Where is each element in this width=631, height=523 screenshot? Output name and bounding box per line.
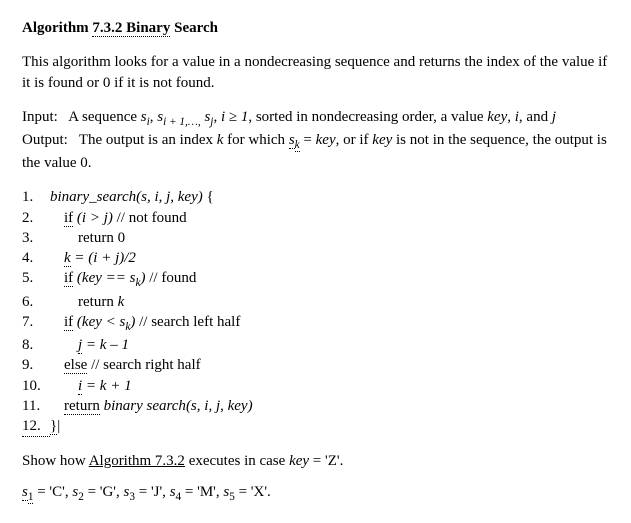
description-paragraph: This algorithm looks for a value in a no…	[22, 52, 609, 93]
code-line-5: 5. if (key == sk) // found	[22, 268, 609, 291]
input-line: Input: A sequence si, si + 1,…, sj, i ≥ …	[22, 107, 609, 130]
code-line-9: 9. else // search right half	[22, 355, 609, 375]
code-line-7: 7. if (key < sk) // search left half	[22, 312, 609, 335]
exercise-line: Show how Algorithm 7.3.2 executes in cas…	[22, 451, 609, 471]
code-line-4: 4. k = (i + j)/2	[22, 248, 609, 268]
text-cursor: |	[57, 418, 60, 434]
code-line-8: 8. j = k – 1	[22, 335, 609, 355]
code-line-1: 1. binary_search(s, i, j, key) {	[22, 187, 609, 207]
code-line-12: 12. }|	[22, 416, 609, 437]
output-label: Output:	[22, 132, 68, 148]
input-label: Input:	[22, 109, 58, 125]
code-line-2: 2. if (i > j) // not found	[22, 208, 609, 228]
sequence-values: s1 = 'C', s2 = 'G', s3 = 'J', s4 = 'M', …	[22, 482, 609, 505]
algorithm-ref: Algorithm 7.3.2	[89, 453, 185, 469]
input-output-block: Input: A sequence si, si + 1,…, sj, i ≥ …	[22, 107, 609, 174]
output-line: Output: The output is an index k for whi…	[22, 130, 609, 173]
title-suffix: Search	[174, 20, 218, 36]
code-line-6: 6. return k	[22, 292, 609, 312]
code-block: 1. binary_search(s, i, j, key) { 2. if (…	[22, 187, 609, 437]
title-number: 7.3.2 Binary	[92, 20, 170, 37]
code-line-10: 10. i = k + 1	[22, 376, 609, 396]
code-line-11: 11. return binary search(s, i, j, key)	[22, 396, 609, 416]
algorithm-title: Algorithm 7.3.2 Binary Search	[22, 18, 609, 38]
title-prefix: Algorithm	[22, 20, 89, 36]
code-line-3: 3. return 0	[22, 228, 609, 248]
